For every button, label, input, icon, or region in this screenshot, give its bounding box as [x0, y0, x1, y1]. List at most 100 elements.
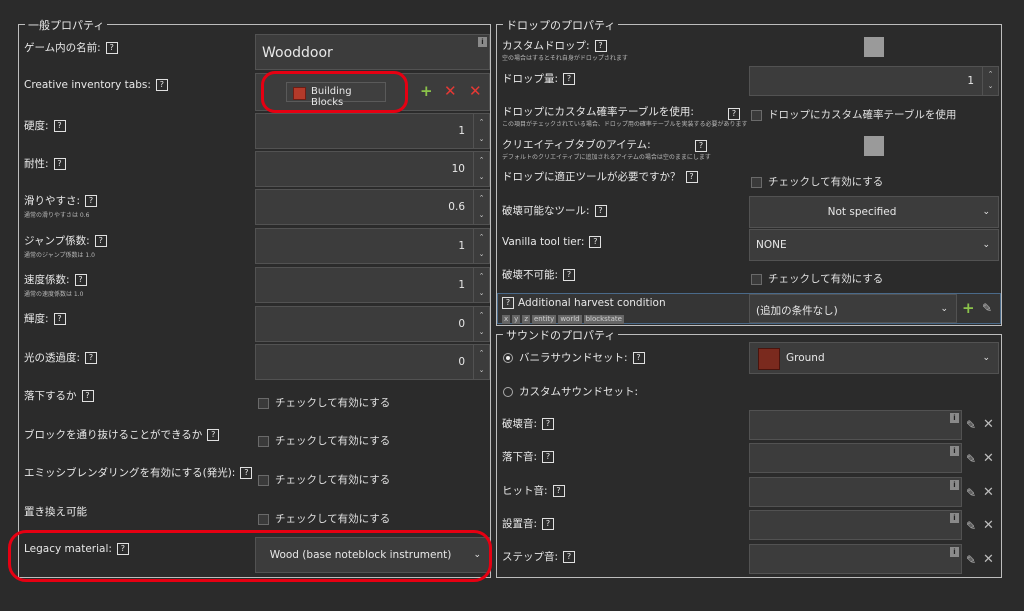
edit-icon[interactable]: ✎ — [966, 485, 976, 501]
spin-down-icon[interactable]: ⌄ — [983, 81, 998, 95]
spin-up-icon[interactable]: ⌃ — [474, 229, 489, 246]
help-icon[interactable]: ? — [685, 171, 698, 183]
close-icon[interactable]: ✕ — [983, 552, 994, 568]
add-icon[interactable]: + — [962, 300, 975, 316]
spin-down-icon[interactable]: ⌄ — [474, 362, 489, 379]
spin-up-icon[interactable]: ⌃ — [983, 67, 998, 81]
checkbox-box[interactable] — [258, 397, 269, 409]
checkbox-box[interactable] — [258, 435, 269, 447]
edit-icon[interactable]: ✎ — [966, 451, 976, 467]
help-icon[interactable]: ? — [589, 236, 602, 248]
spinner-buttons[interactable]: ⌃ ⌄ — [473, 229, 489, 263]
vanilla-sound-row[interactable]: バニラサウンドセット:? — [503, 350, 645, 365]
help-icon[interactable]: ? — [542, 418, 555, 430]
spinner-buttons[interactable]: ⌃ ⌄ — [982, 67, 998, 95]
hit-sound-field[interactable]: i — [749, 477, 962, 507]
harvest-condition-select[interactable]: (追加の条件なし) ⌄ — [749, 294, 957, 323]
spin-up-icon[interactable]: ⌃ — [474, 152, 489, 169]
slipperiness-spinner[interactable]: 0.6 ⌃ ⌄ — [255, 189, 490, 225]
add-icon[interactable]: + — [420, 83, 433, 99]
unbreakable-checkbox[interactable]: チェックして有効にする — [751, 271, 883, 286]
opacity-spinner[interactable]: 0 ⌃ ⌄ — [255, 344, 490, 380]
edit-icon[interactable]: ✎ — [966, 552, 976, 568]
help-icon[interactable]: ? — [594, 40, 607, 52]
edit-icon[interactable]: ✎ — [966, 518, 976, 534]
spin-down-icon[interactable]: ⌄ — [474, 169, 489, 186]
tool-req-checkbox[interactable]: チェックして有効にする — [751, 174, 883, 189]
spin-up-icon[interactable]: ⌃ — [474, 268, 489, 285]
spin-down-icon[interactable]: ⌄ — [474, 285, 489, 302]
edit-icon[interactable]: ✎ — [966, 417, 976, 433]
spin-up-icon[interactable]: ⌃ — [474, 307, 489, 324]
help-icon[interactable]: ? — [74, 274, 87, 286]
help-icon[interactable]: ? — [728, 108, 740, 120]
fall-sound-field[interactable]: i — [749, 443, 962, 473]
close-icon[interactable]: ✕ — [983, 451, 994, 467]
spinner-buttons[interactable]: ⌃ ⌄ — [473, 114, 489, 148]
spin-up-icon[interactable]: ⌃ — [474, 114, 489, 131]
help-icon[interactable]: ? — [105, 42, 118, 54]
falls-checkbox[interactable]: チェックして有効にする — [258, 395, 390, 410]
help-icon[interactable]: ? — [53, 313, 66, 325]
help-icon[interactable]: ? — [81, 390, 94, 402]
help-icon[interactable]: ? — [542, 451, 555, 463]
step-sound-field[interactable]: i — [749, 544, 962, 574]
speed-spinner[interactable]: 1 ⌃ ⌄ — [255, 267, 490, 303]
help-icon[interactable]: ? — [552, 485, 565, 497]
close-icon[interactable]: ✕ — [983, 485, 994, 501]
help-icon[interactable]: ? — [85, 352, 98, 364]
help-icon[interactable]: ? — [53, 120, 66, 132]
checkbox-box[interactable] — [258, 513, 269, 525]
hardness-spinner[interactable]: 1 ⌃ ⌄ — [255, 113, 490, 149]
name-input[interactable]: Wooddoor i — [255, 34, 490, 70]
help-icon[interactable]: ? — [53, 158, 66, 170]
tool-tier-select[interactable]: NONE ⌄ — [749, 229, 999, 261]
place-sound-field[interactable]: i — [749, 510, 962, 540]
destroy-tool-select[interactable]: Not specified ⌄ — [749, 196, 999, 228]
drop-amount-spinner[interactable]: 1 ⌃ ⌄ — [749, 66, 999, 96]
spinner-buttons[interactable]: ⌃ ⌄ — [473, 307, 489, 341]
spin-down-icon[interactable]: ⌄ — [474, 246, 489, 263]
clear-icon[interactable]: ✕ — [469, 83, 482, 99]
custom-drop-item-slot[interactable] — [864, 37, 884, 57]
spin-down-icon[interactable]: ⌄ — [474, 131, 489, 148]
jump-spinner[interactable]: 1 ⌃ ⌄ — [255, 228, 490, 264]
spin-up-icon[interactable]: ⌃ — [474, 345, 489, 362]
resistance-spinner[interactable]: 10 ⌃ ⌄ — [255, 151, 490, 187]
help-icon[interactable]: ? — [207, 429, 220, 441]
help-icon[interactable]: ? — [563, 73, 576, 85]
checkbox-box[interactable] — [751, 109, 762, 121]
luminance-spinner[interactable]: 0 ⌃ ⌄ — [255, 306, 490, 342]
help-icon[interactable]: ? — [85, 195, 98, 207]
spinner-buttons[interactable]: ⌃ ⌄ — [473, 345, 489, 379]
help-icon[interactable]: ? — [632, 352, 645, 364]
checkbox-box[interactable] — [751, 273, 762, 285]
help-icon[interactable]: ? — [94, 235, 107, 247]
spin-up-icon[interactable]: ⌃ — [474, 190, 489, 207]
help-icon[interactable]: ? — [502, 297, 514, 309]
spin-down-icon[interactable]: ⌄ — [474, 207, 489, 224]
help-icon[interactable]: ? — [542, 518, 555, 530]
custom-sound-row[interactable]: カスタムサウンドセット: — [503, 384, 638, 399]
custom-sound-radio[interactable] — [503, 387, 513, 397]
help-icon[interactable]: ? — [695, 140, 707, 152]
checkbox-box[interactable] — [258, 474, 269, 486]
remove-icon[interactable]: ✕ — [444, 83, 457, 99]
help-icon[interactable]: ? — [563, 551, 576, 563]
spinner-buttons[interactable]: ⌃ ⌄ — [473, 190, 489, 224]
emissive-checkbox[interactable]: チェックして有効にする — [258, 472, 390, 487]
close-icon[interactable]: ✕ — [983, 417, 994, 433]
spinner-buttons[interactable]: ⌃ ⌄ — [473, 268, 489, 302]
vanilla-sound-radio[interactable] — [503, 353, 513, 363]
checkbox-box[interactable] — [751, 176, 762, 188]
help-icon[interactable]: ? — [240, 467, 253, 479]
spin-down-icon[interactable]: ⌄ — [474, 324, 489, 341]
spinner-buttons[interactable]: ⌃ ⌄ — [473, 152, 489, 186]
close-icon[interactable]: ✕ — [983, 518, 994, 534]
help-icon[interactable]: ? — [155, 79, 168, 91]
help-icon[interactable]: ? — [563, 269, 576, 281]
loot-checkbox[interactable]: ドロップにカスタム確率テーブルを使用 — [751, 107, 956, 122]
break-sound-field[interactable]: i — [749, 410, 962, 440]
vanilla-sound-select[interactable]: Ground ⌄ — [749, 342, 999, 374]
edit-icon[interactable]: ✎ — [982, 300, 992, 316]
